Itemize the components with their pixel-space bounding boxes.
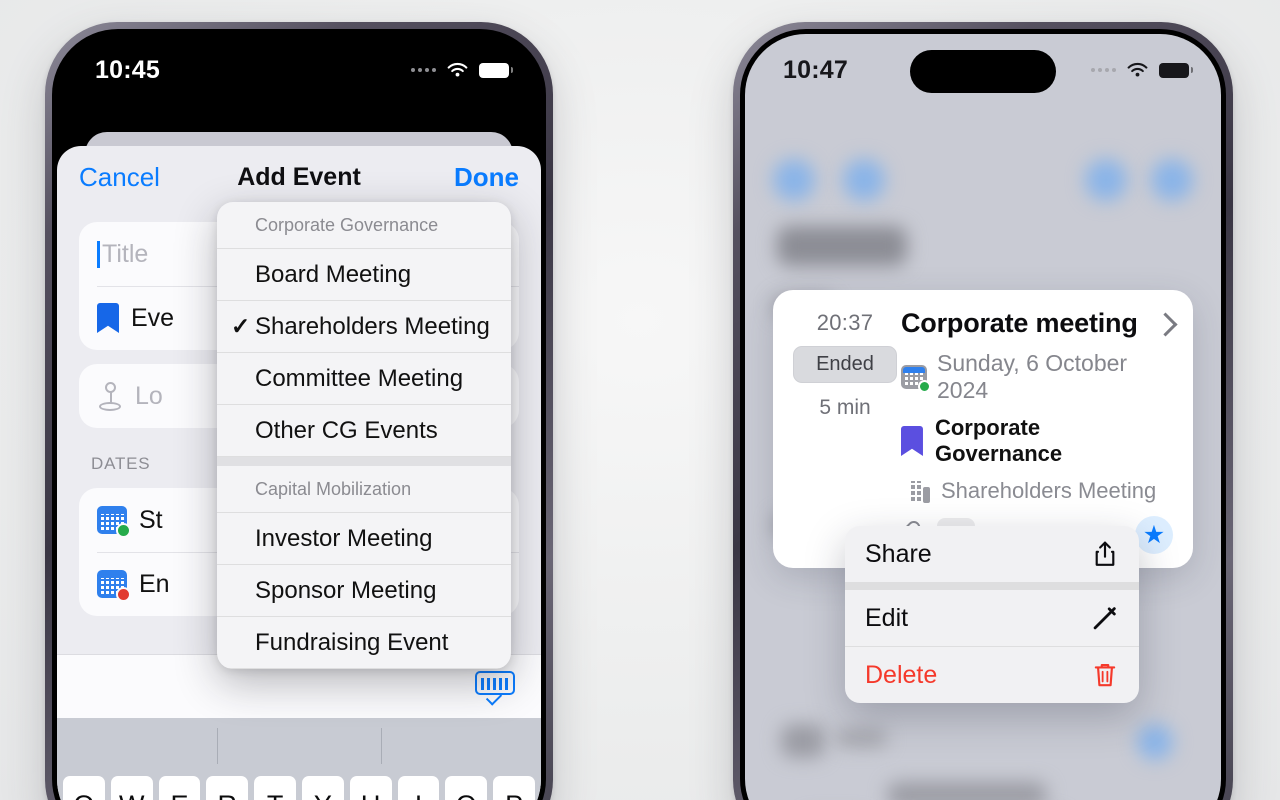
context-menu-item-delete[interactable]: Delete	[845, 647, 1139, 703]
event-date-row: Sunday, 6 October 2024	[901, 350, 1173, 404]
right-phone-screen: 10:47 20:37 Ended 5 min Corporate meetin…	[745, 34, 1221, 800]
page-title: Add Event	[237, 162, 361, 191]
popup-group-header-1: Capital Mobilization	[217, 466, 511, 513]
event-subcategory: Shareholders Meeting	[941, 478, 1157, 503]
event-category-row: Corporate Governance	[901, 415, 1173, 467]
bookmark-icon	[901, 426, 923, 456]
cellular-dots-icon	[1091, 68, 1116, 72]
popup-item-other-cg-events[interactable]: Other CG Events	[217, 405, 511, 457]
key-y[interactable]: Y	[301, 776, 344, 800]
event-duration: 5 min	[819, 396, 871, 419]
popup-item-label: Investor Meeting	[255, 524, 433, 552]
popup-item-shareholders-meeting[interactable]: ✓ Shareholders Meeting	[217, 301, 511, 353]
trash-icon	[1094, 664, 1116, 687]
key-q[interactable]: Q	[63, 776, 105, 800]
building-icon	[909, 479, 931, 503]
left-status-time: 10:45	[95, 55, 160, 84]
key-r[interactable]: R	[206, 776, 249, 800]
star-icon[interactable]: ★	[1135, 516, 1173, 554]
start-date-label: St	[139, 505, 163, 534]
keyboard-row-1: Q W E R T Y U I O P	[57, 776, 541, 800]
popup-item-fundraising-event[interactable]: Fundraising Event	[217, 617, 511, 669]
category-popup-menu: Corporate Governance Board Meeting ✓ Sha…	[217, 202, 511, 669]
key-i[interactable]: I	[397, 776, 440, 800]
event-card-body: 20:37 Ended 5 min Corporate meeting Sund…	[793, 308, 1173, 504]
wifi-icon	[1127, 62, 1148, 77]
right-status-indicators	[1091, 62, 1193, 79]
left-phone-device: 10:45 Cancel Add Event Done Title Eve Lo…	[45, 22, 553, 800]
popup-item-label: Shareholders Meeting	[255, 312, 490, 340]
share-icon	[1095, 541, 1115, 566]
popup-group-divider	[217, 457, 511, 466]
location-input-placeholder: Lo	[135, 381, 163, 410]
left-status-indicators	[411, 62, 513, 79]
calendar-start-icon	[97, 506, 131, 538]
key-t[interactable]: T	[254, 776, 296, 800]
calendar-end-icon	[97, 570, 131, 602]
cellular-dots-icon	[411, 68, 436, 72]
category-row-label: Eve	[131, 303, 175, 332]
right-phone-device: 10:47 20:37 Ended 5 min Corporate meetin…	[733, 22, 1233, 800]
key-e[interactable]: E	[158, 776, 201, 800]
wifi-icon	[447, 62, 468, 77]
onscreen-keyboard: Q W E R T Y U I O P	[57, 718, 541, 800]
context-menu: Share Edit Delete	[845, 526, 1139, 703]
event-time: 20:37	[816, 310, 874, 335]
calendar-check-icon	[901, 365, 931, 393]
battery-icon	[479, 62, 513, 78]
popup-item-label: Fundraising Event	[255, 628, 449, 656]
popup-item-board-meeting[interactable]: Board Meeting	[217, 249, 511, 301]
popup-item-label: Sponsor Meeting	[255, 576, 437, 604]
checkmark-icon: ✓	[231, 313, 251, 339]
popup-group-header-0: Corporate Governance	[217, 202, 511, 249]
left-phone-bezel: 10:45 Cancel Add Event Done Title Eve Lo…	[52, 29, 546, 800]
screenshot-canvas: 10:45 Cancel Add Event Done Title Eve Lo…	[0, 0, 1280, 800]
bookmark-icon	[97, 303, 119, 333]
event-subcategory-row: Shareholders Meeting	[901, 478, 1173, 504]
popup-item-label: Other CG Events	[255, 416, 438, 444]
popup-item-label: Board Meeting	[255, 260, 412, 288]
pencil-icon	[1093, 607, 1116, 630]
popup-item-committee-meeting[interactable]: Committee Meeting	[217, 353, 511, 405]
keyboard-dismiss-icon[interactable]	[475, 670, 515, 703]
left-phone-screen: 10:45 Cancel Add Event Done Title Eve Lo…	[57, 34, 541, 800]
right-phone-bezel: 10:47 20:37 Ended 5 min Corporate meetin…	[740, 29, 1226, 800]
title-input-placeholder: Title	[102, 239, 149, 268]
battery-icon	[1159, 62, 1193, 78]
event-date: Sunday, 6 October 2024	[937, 350, 1128, 403]
popup-item-investor-meeting[interactable]: Investor Meeting	[217, 513, 511, 565]
keyboard-prediction-bar	[57, 718, 541, 776]
left-status-bar: 10:45	[57, 34, 541, 92]
location-pin-icon	[97, 381, 123, 411]
event-title-row: Corporate meeting	[901, 308, 1173, 339]
status-badge: Ended	[793, 346, 897, 383]
context-menu-label: Edit	[865, 603, 909, 632]
event-category: Corporate Governance	[934, 415, 1063, 466]
context-menu-label: Share	[865, 539, 932, 568]
key-p[interactable]: P	[493, 776, 535, 800]
popup-item-label: Committee Meeting	[255, 364, 464, 392]
end-date-label: En	[139, 569, 170, 598]
event-card-details: Corporate meeting Sunday, 6 October 2024	[897, 308, 1173, 504]
key-o[interactable]: O	[445, 776, 488, 800]
context-menu-label: Delete	[865, 660, 938, 689]
context-menu-item-share[interactable]: Share	[845, 526, 1139, 582]
key-w[interactable]: W	[110, 776, 153, 800]
text-caret	[97, 240, 100, 268]
context-menu-item-edit[interactable]: Edit	[845, 590, 1139, 646]
event-card-meta: 20:37 Ended 5 min	[793, 308, 897, 504]
sheet-navigation-bar: Cancel Add Event Done	[57, 146, 541, 208]
right-status-time: 10:47	[783, 55, 848, 84]
key-u[interactable]: U	[349, 776, 392, 800]
popup-item-sponsor-meeting[interactable]: Sponsor Meeting	[217, 565, 511, 617]
right-status-bar: 10:47	[745, 34, 1221, 92]
context-menu-divider	[845, 582, 1139, 590]
event-title: Corporate meeting	[901, 308, 1138, 338]
chevron-right-icon[interactable]	[1157, 316, 1173, 332]
